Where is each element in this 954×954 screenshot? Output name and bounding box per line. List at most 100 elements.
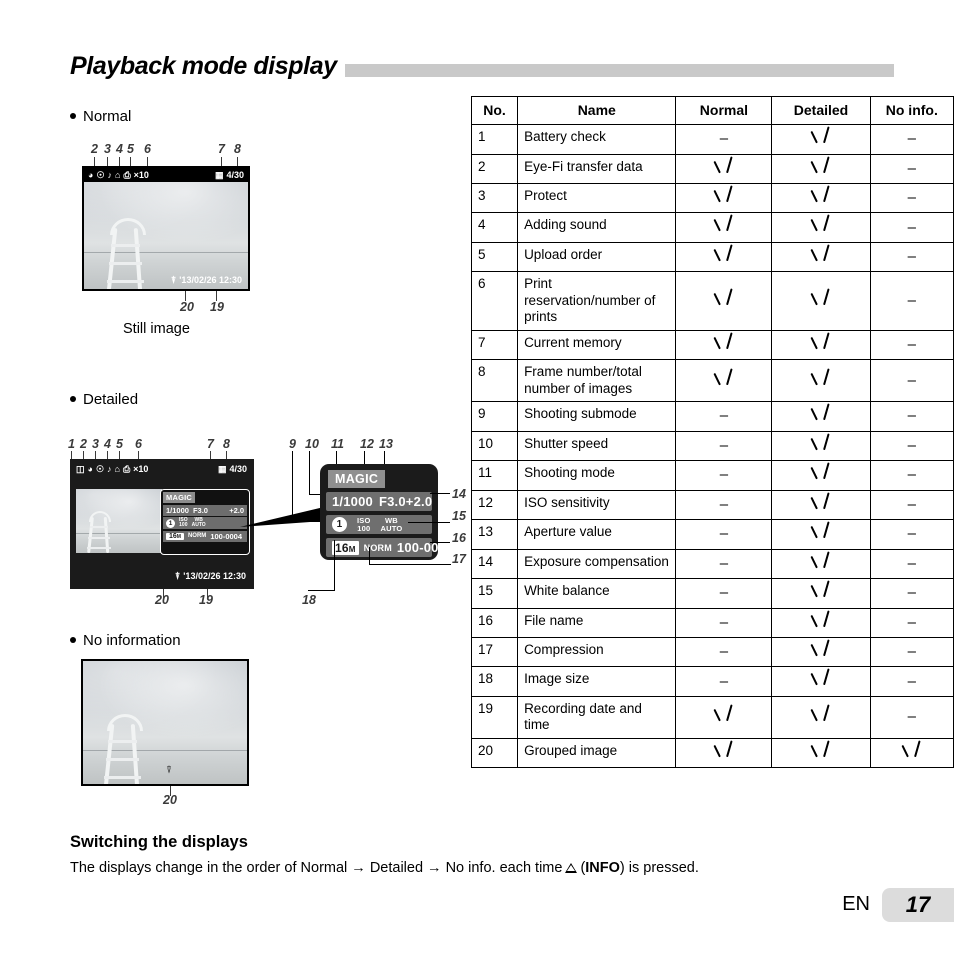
upload-order-icon: ⌂ (114, 463, 120, 474)
table-cell-normal (675, 212, 773, 243)
info-row-iso-wb: 1 ISO 100 WB AUTO (163, 517, 247, 530)
table-cell-name: Shutter speed (517, 430, 677, 462)
table-cell-name: Frame number/total number of images (517, 359, 677, 403)
sound-note-icon: ♪ (107, 463, 112, 474)
table-cell-no: 15 (470, 578, 519, 609)
table-cell-name: Compression (517, 636, 677, 668)
table-cell-detailed (771, 430, 871, 462)
dash-mark: – (907, 554, 916, 572)
table-cell-detailed (771, 695, 871, 739)
leader-tick (94, 157, 95, 166)
leader-line-14 (430, 493, 450, 494)
detailed-info-panel-enlarged: MAGIC 1/1000 F3.0 +2.0 1 ISO 100 WB AUTO… (320, 464, 453, 560)
leader-tick (138, 451, 139, 459)
table-cell-no-info: – (869, 607, 954, 638)
white-balance: WB AUTO (191, 517, 206, 529)
table-row: 5 Upload order – (470, 241, 954, 273)
table-row: 15 White balance – – (470, 578, 954, 609)
detail-callout-num-18: 18 (302, 593, 316, 607)
leader-line-10 (309, 451, 310, 495)
dash-mark: – (907, 525, 916, 543)
leader-tick (147, 157, 148, 166)
table-cell-detailed (771, 271, 871, 331)
table-cell-no-info: – (869, 124, 954, 155)
noinfo-callout-num-20: 20 (163, 793, 177, 807)
dash-mark: – (907, 407, 916, 425)
table-cell-name: Current memory (517, 329, 677, 361)
table-cell-no-info: – (869, 578, 954, 609)
table-cell-normal: – (675, 666, 773, 697)
table-row: 13 Aperture value – – (470, 519, 954, 550)
current-memory-icon: ▦ (217, 463, 227, 474)
table-cell-no-info: – (869, 153, 954, 185)
section-label-no-information: No information (70, 632, 181, 649)
check-mark-icon (713, 188, 735, 204)
switching-instructions: The displays change in the order of Norm… (70, 860, 699, 876)
dash-mark: – (719, 436, 729, 454)
table-cell-name: Grouped image (517, 737, 677, 769)
dash-mark: – (907, 371, 916, 389)
ladder-step (104, 776, 141, 779)
info-row-exposure: 1/1000 F3.0 +2.0 (163, 504, 247, 516)
table-header-row: No. Name Normal Detailed No info. (470, 95, 954, 126)
table-cell-normal (675, 271, 773, 331)
table-cell-no-info: – (869, 329, 954, 361)
table-cell-name: Battery check (517, 124, 677, 155)
table-cell-no-info: – (869, 489, 954, 521)
section-label-detailed: Detailed (70, 391, 138, 408)
check-mark-icon (713, 707, 735, 723)
print-reservation-icon: ⎙ (123, 169, 131, 180)
table-header-no: No. (470, 95, 519, 126)
normal-callout-num-5: 5 (127, 142, 134, 156)
table-cell-normal: – (675, 430, 773, 462)
table-row: 18 Image size – – (470, 666, 954, 697)
check-mark-icon (810, 159, 832, 175)
table-row: 9 Shooting submode – – (470, 401, 954, 432)
table-cell-normal: – (675, 124, 773, 155)
grouped-image-icon: ⍒ (174, 570, 181, 581)
table-row: 7 Current memory – (470, 329, 954, 361)
table-cell-name: Shooting mode (517, 460, 677, 491)
big-exposure-compensation-value: +2.0 (405, 494, 433, 509)
table-cell-detailed (771, 607, 871, 638)
big-info-row-iso-wb: 1 ISO 100 WB AUTO (326, 515, 432, 535)
table-row: 1 Battery check – – (470, 124, 954, 155)
table-cell-detailed (771, 548, 871, 580)
grouped-image-icon: ⍒ (166, 765, 172, 776)
detailed-callout-num-6: 6 (135, 437, 142, 451)
check-mark-icon (810, 613, 832, 629)
dash-mark: – (719, 525, 729, 543)
upload-order-icon: ⌂ (115, 169, 121, 180)
table-header-normal: Normal (675, 95, 773, 126)
detailed-callout-num-19: 19 (199, 593, 213, 607)
ladder-illustration (99, 714, 151, 784)
detailed-osd-datetime: ⍒ '13/02/26 12:30 (175, 571, 246, 581)
table-cell-normal (675, 737, 773, 769)
check-mark-icon (810, 671, 832, 687)
dash-mark: – (907, 613, 916, 631)
info-row-file: 16 M NORM 100-0004 (163, 530, 247, 542)
footer-page-number: 17 (882, 888, 954, 922)
table-cell-normal: – (675, 401, 773, 432)
dash-mark: – (907, 189, 916, 207)
dash-mark: – (907, 708, 916, 726)
detailed-datetime: '13/02/26 12:30 (183, 571, 246, 581)
table-header-name: Name (517, 95, 677, 126)
table-cell-normal: – (675, 636, 773, 668)
table-cell-detailed (771, 737, 871, 769)
table-cell-no: 5 (470, 241, 519, 273)
ladder-step (111, 244, 140, 247)
normal-callout-num-8: 8 (234, 142, 241, 156)
detailed-info-panel-small: MAGIC 1/1000 F3.0 +2.0 1 ISO 100 WB AUTO… (160, 489, 250, 555)
table-cell-no: 10 (470, 430, 519, 462)
big-info-row-mode: MAGIC (326, 470, 432, 488)
table-cell-detailed (771, 401, 871, 432)
compression-value: NORM (187, 533, 207, 540)
ladder-step (109, 262, 142, 265)
table-cell-no: 12 (470, 489, 519, 521)
footer-language-code: EN (842, 893, 870, 915)
table-cell-name: Aperture value (517, 519, 677, 550)
shutter-speed-value: 1/1000 (166, 505, 189, 515)
normal-osd-left-icons: ◕ ☉ ♪ ⌂ ⎙ ×10 (88, 170, 149, 180)
normal-callout-num-6: 6 (144, 142, 151, 156)
